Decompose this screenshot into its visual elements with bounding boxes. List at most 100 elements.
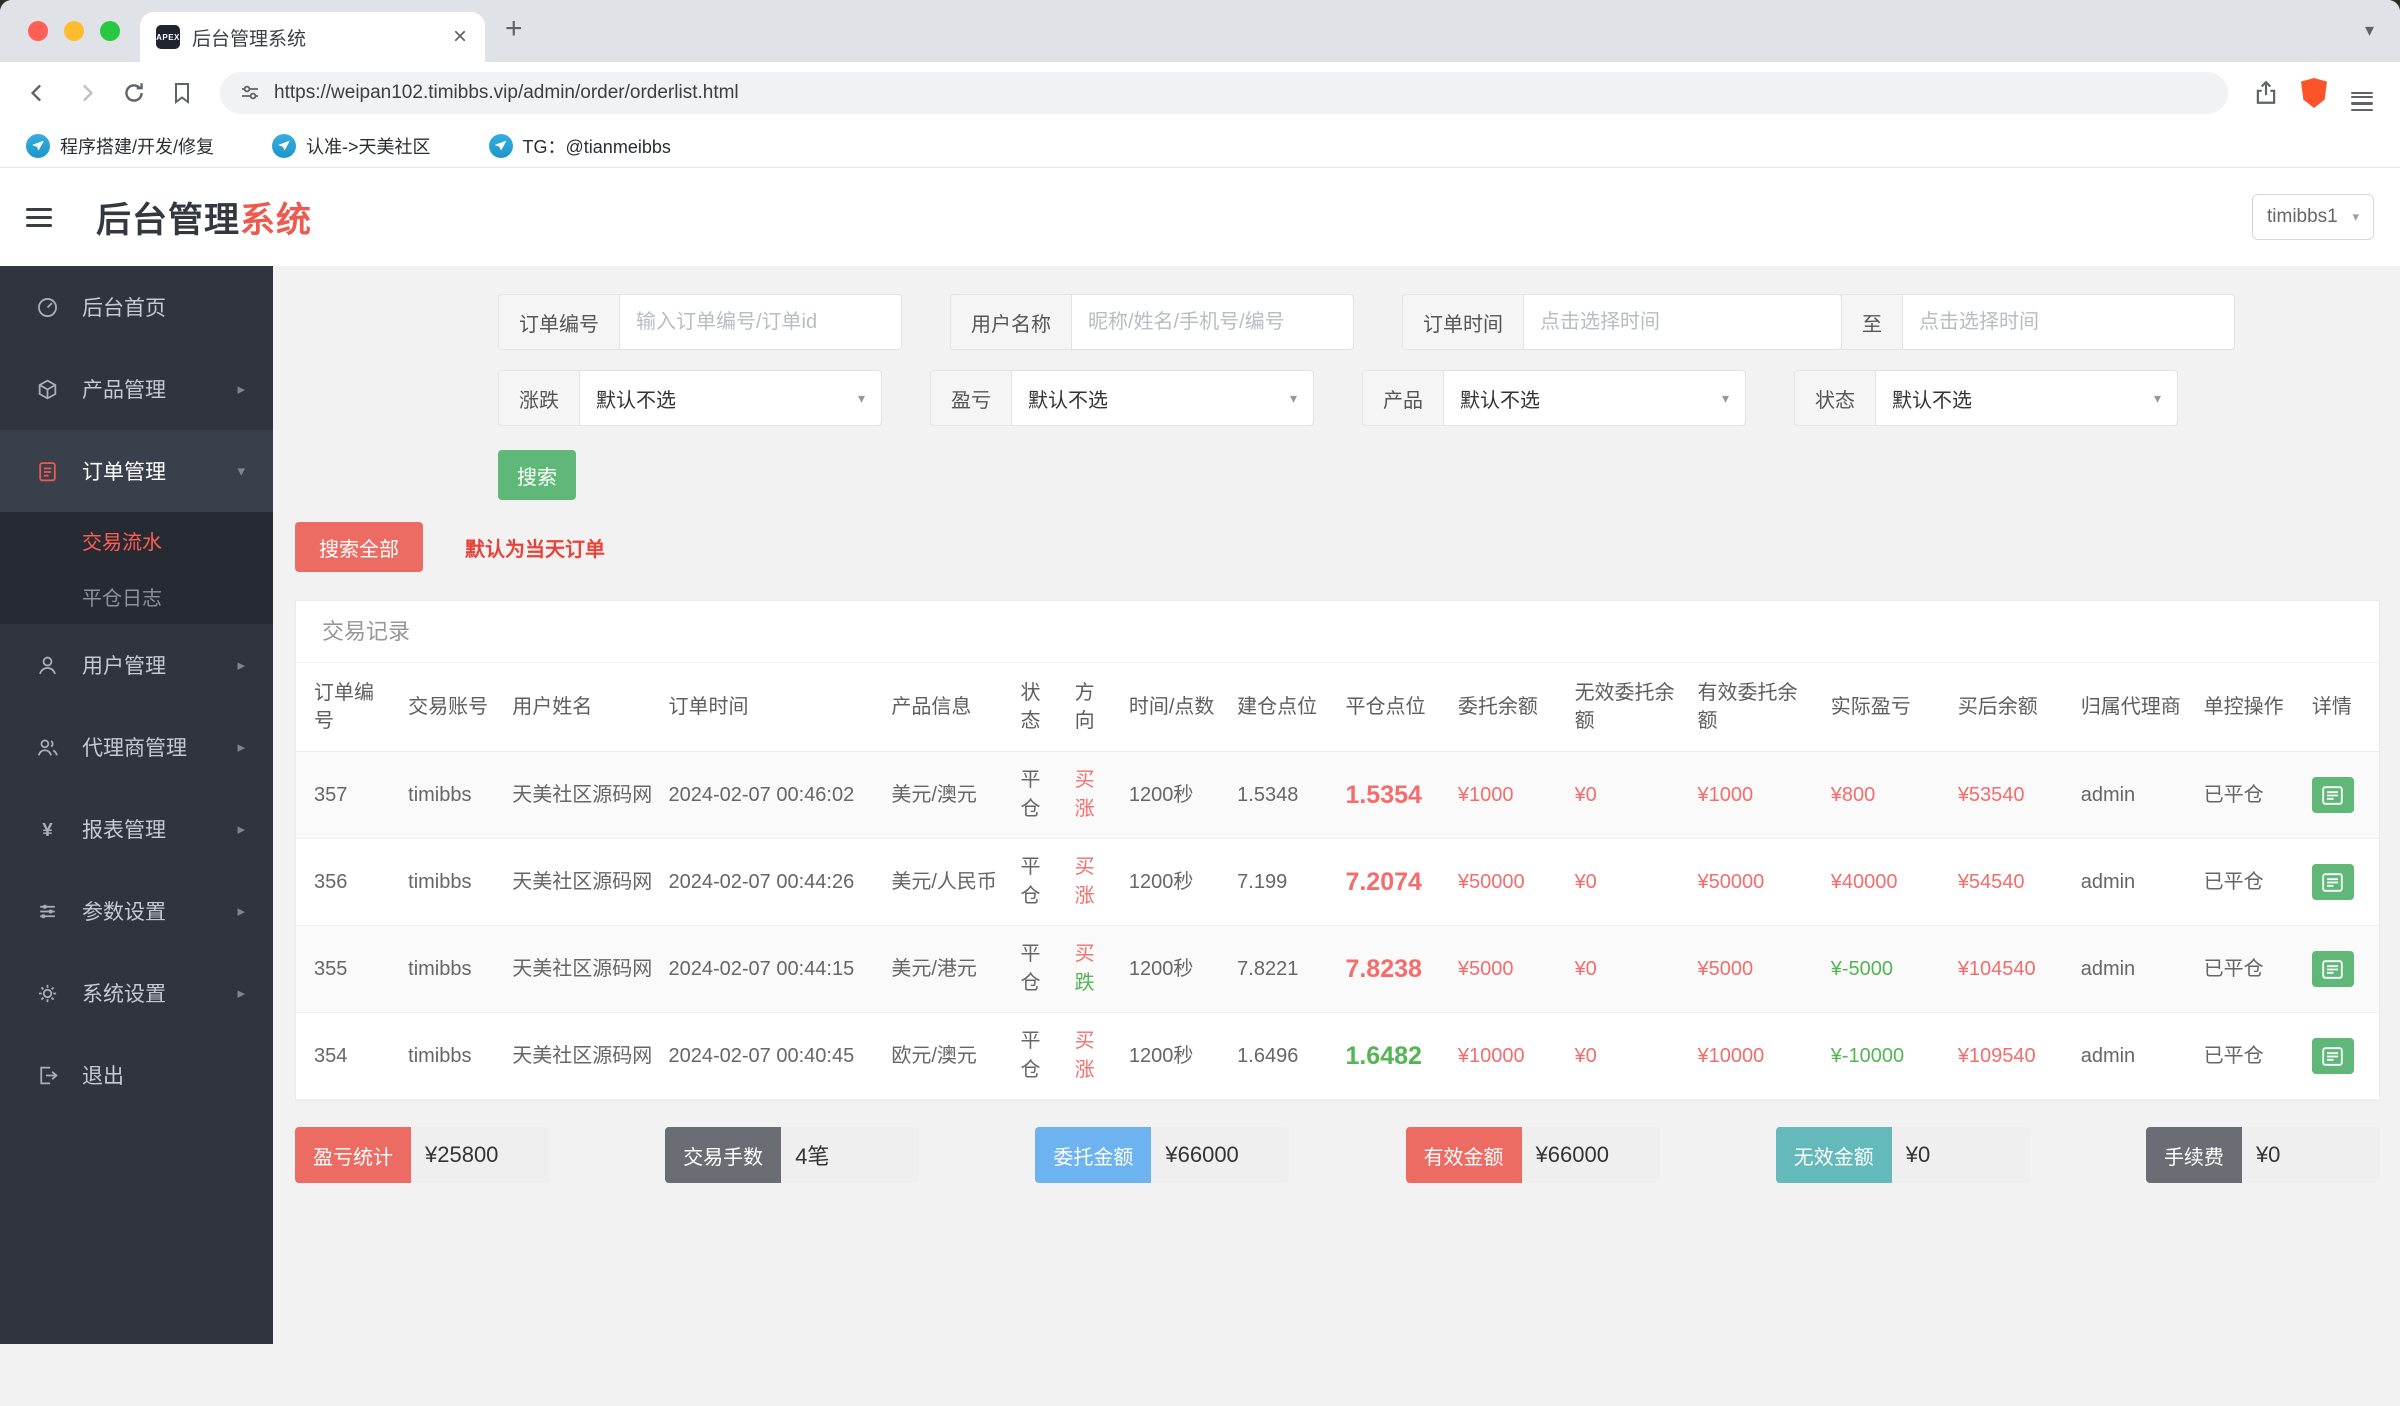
user-name-input[interactable] (1072, 294, 1354, 350)
bookmark-label: 程序搭建/开发/修复 (60, 136, 215, 157)
cell-agent: admin (2072, 838, 2196, 926)
sidebar-item-label: 平仓日志 (82, 587, 162, 610)
sidebar-item-reports[interactable]: ¥ 报表管理 ▸ (0, 788, 273, 870)
filter-profit: 盈亏 默认不选 ▾ (930, 370, 1314, 426)
sidebar-item-label: 后台首页 (82, 297, 166, 320)
window-minimize-button[interactable] (64, 21, 84, 41)
site-settings-icon[interactable] (240, 83, 260, 103)
sidebar-item-agents[interactable]: 代理商管理 ▸ (0, 706, 273, 788)
share-icon[interactable] (2246, 73, 2286, 113)
params-icon (36, 900, 64, 923)
sidebar-item-trade-flow[interactable]: 交易流水 (0, 512, 273, 568)
panel-title: 交易记录 (296, 601, 2379, 663)
tab-search-icon[interactable]: ▾ (2365, 20, 2374, 41)
col-control: 单控操作 (2195, 663, 2304, 752)
cell-direction: 买涨 (1066, 838, 1121, 926)
cell-user-name: 天美社区源码网 (504, 925, 661, 1013)
back-icon[interactable] (18, 73, 58, 113)
filter-order-time: 订单时间 至 (1402, 294, 2235, 350)
cell-account: timibbs (400, 838, 505, 926)
cell-account: timibbs (400, 925, 505, 1013)
sidebar-item-logout[interactable]: 退出 (0, 1034, 273, 1116)
updown-select[interactable]: 默认不选 ▾ (580, 370, 882, 426)
col-duration: 时间/点数 (1120, 663, 1230, 752)
cell-agent: admin (2072, 925, 2196, 1013)
browser-menu-icon[interactable] (2342, 73, 2382, 113)
cell-user-name: 天美社区源码网 (504, 751, 661, 839)
sidebar-item-close-log[interactable]: 平仓日志 (0, 568, 273, 624)
col-status: 状态 (1012, 663, 1067, 752)
detail-button[interactable] (2311, 951, 2354, 987)
cell-entrust: ¥1000 (1449, 751, 1567, 839)
summary-value: ¥66000 (1521, 1127, 1660, 1183)
chevron-down-icon: ▾ (857, 389, 865, 406)
sidebar-item-label: 代理商管理 (82, 737, 187, 760)
sidebar-item-users[interactable]: 用户管理 ▸ (0, 624, 273, 706)
summary-label: 无效金额 (1775, 1127, 1892, 1183)
sidebar-item-products[interactable]: 产品管理 ▸ (0, 348, 273, 430)
search-all-button[interactable]: 搜索全部 (295, 522, 423, 572)
sidebar-toggle-icon[interactable] (26, 203, 52, 232)
cell-entrust: ¥10000 (1449, 1012, 1567, 1100)
sidebar-item-orders[interactable]: 订单管理 ▾ (0, 430, 273, 512)
product-select[interactable]: 默认不选 ▾ (1444, 370, 1746, 426)
app-header: 后台管理系统 timibbs1 ▾ (0, 168, 2400, 266)
cell-direction: 买涨 (1066, 751, 1121, 839)
summary-valid-amount: 有效金额 ¥66000 (1405, 1127, 1660, 1183)
order-no-input[interactable] (620, 294, 902, 350)
window-close-button[interactable] (28, 21, 48, 41)
profit-select[interactable]: 默认不选 ▾ (1012, 370, 1314, 426)
col-product: 产品信息 (883, 663, 1013, 752)
filter-product: 产品 默认不选 ▾ (1362, 370, 1746, 426)
summary-entrust-amount: 委托金额 ¥66000 (1035, 1127, 1290, 1183)
cell-invalid-entrust: ¥0 (1566, 751, 1690, 839)
summary-label: 手续费 (2145, 1127, 2242, 1183)
main-content: 订单编号 用户名称 订单时间 至 (273, 266, 2400, 1344)
cell-status: 平仓 (1012, 925, 1067, 1013)
bookmark-item[interactable]: TG：@tianmeibbs (488, 133, 671, 159)
cell-user-name: 天美社区源码网 (504, 1012, 661, 1100)
chevron-down-icon: ▾ (2352, 209, 2359, 224)
sidebar-item-label: 报表管理 (82, 819, 166, 842)
sidebar-item-system[interactable]: 系统设置 ▸ (0, 952, 273, 1034)
bookmark-item[interactable]: 程序搭建/开发/修复 (26, 133, 214, 159)
cell-order-id: 355 (296, 925, 401, 1013)
new-tab-button[interactable]: + (505, 14, 523, 44)
tab-close-icon[interactable]: × (451, 25, 469, 49)
time-end-input[interactable] (1903, 294, 2235, 350)
detail-button[interactable] (2311, 777, 2354, 813)
orders-table: 订单编号 交易账号 用户姓名 订单时间 产品信息 状态 方向 时间/点数 建仓点… (296, 663, 2379, 1100)
cell-close-point: 7.2074 (1337, 838, 1450, 926)
bookmark-label: 认准->天美社区 (306, 136, 431, 157)
cell-open-point: 1.6496 (1229, 1012, 1338, 1100)
browser-window: APEX 后台管理系统 × + ▾ https://weipan102.timi… (0, 0, 2400, 1406)
window-zoom-button[interactable] (100, 21, 120, 41)
sidebar-item-label: 退出 (82, 1065, 124, 1088)
forward-icon[interactable] (66, 73, 106, 113)
brave-shield-icon[interactable] (2294, 73, 2334, 113)
user-dropdown[interactable]: timibbs1 ▾ (2252, 194, 2374, 240)
cell-invalid-entrust: ¥0 (1566, 925, 1690, 1013)
search-button[interactable]: 搜索 (498, 450, 576, 500)
chevron-right-icon: ▸ (237, 985, 245, 1002)
detail-button[interactable] (2311, 864, 2354, 900)
bookmark-icon[interactable] (162, 73, 202, 113)
cell-user-name: 天美社区源码网 (504, 838, 661, 926)
trade-records-panel: 交易记录 订单编号 交易账号 用户姓名 订单时间 产品信息 状态 方向 时间/点… (295, 600, 2380, 1101)
url-bar[interactable]: https://weipan102.timibbs.vip/admin/orde… (220, 72, 2228, 114)
cell-balance-after: ¥53540 (1949, 751, 2073, 839)
detail-button[interactable] (2311, 1038, 2354, 1074)
cell-duration: 1200秒 (1120, 751, 1230, 839)
browser-tab[interactable]: APEX 后台管理系统 × (140, 12, 485, 62)
reload-icon[interactable] (114, 73, 154, 113)
table-row: 354 timibbs 天美社区源码网 2024-02-07 00:40:45 … (296, 1012, 2379, 1100)
cell-close-point: 7.8238 (1337, 925, 1450, 1013)
user-icon (36, 654, 64, 677)
chevron-down-icon: ▾ (1289, 389, 1297, 406)
sidebar-item-params[interactable]: 参数设置 ▸ (0, 870, 273, 952)
report-icon: ¥ (36, 818, 64, 841)
sidebar-item-home[interactable]: 后台首页 (0, 266, 273, 348)
time-start-input[interactable] (1524, 294, 1842, 350)
bookmark-item[interactable]: 认准->天美社区 (272, 133, 431, 159)
status-select[interactable]: 默认不选 ▾ (1876, 370, 2178, 426)
